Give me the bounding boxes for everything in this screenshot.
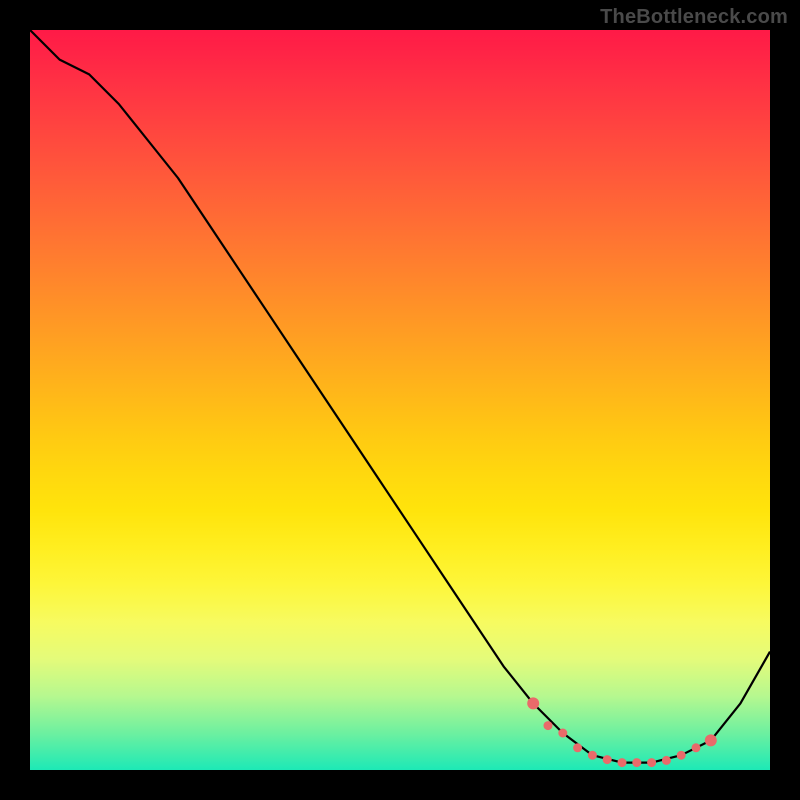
sweet-spot-marker bbox=[677, 751, 686, 760]
bottleneck-curve bbox=[30, 30, 770, 763]
sweet-spot-marker bbox=[544, 721, 553, 730]
sweet-spot-marker bbox=[603, 755, 612, 764]
sweet-spot-marker bbox=[588, 751, 597, 760]
plot-area bbox=[30, 30, 770, 770]
sweet-spot-marker bbox=[705, 734, 717, 746]
sweet-spot-marker bbox=[573, 743, 582, 752]
chart-frame: TheBottleneck.com bbox=[0, 0, 800, 800]
sweet-spot-marker bbox=[558, 729, 567, 738]
sweet-spot-markers bbox=[527, 697, 717, 767]
sweet-spot-marker bbox=[527, 697, 539, 709]
sweet-spot-marker bbox=[662, 756, 671, 765]
sweet-spot-marker bbox=[632, 758, 641, 767]
chart-overlay bbox=[30, 30, 770, 770]
sweet-spot-marker bbox=[618, 758, 627, 767]
sweet-spot-marker bbox=[692, 743, 701, 752]
watermark-text: TheBottleneck.com bbox=[600, 6, 788, 29]
sweet-spot-marker bbox=[647, 758, 656, 767]
